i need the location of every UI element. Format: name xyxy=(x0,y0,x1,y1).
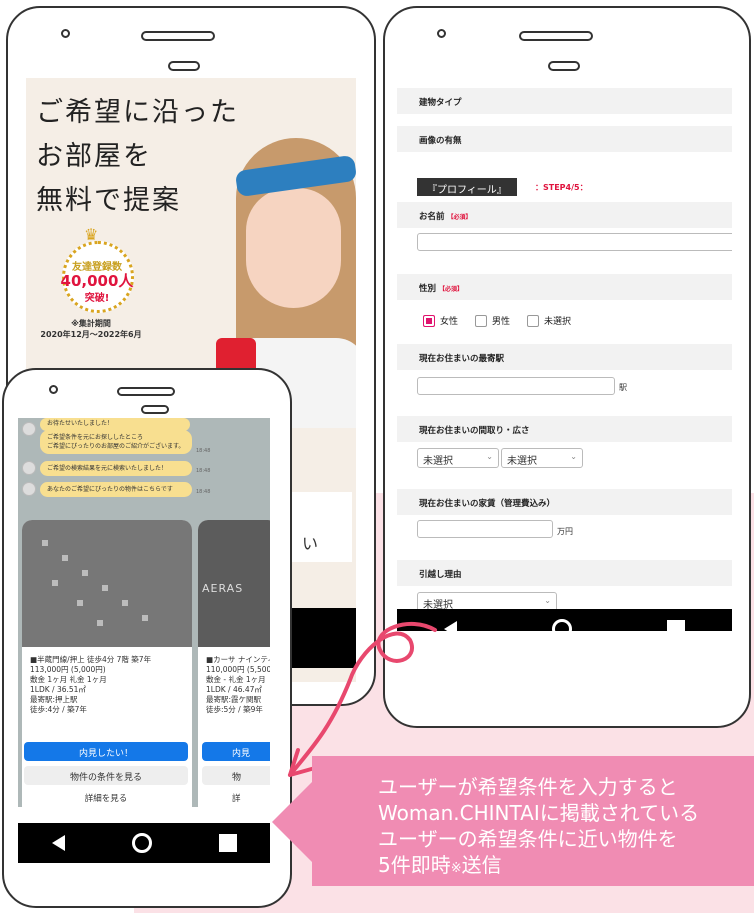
chat-bubble-3: ご希望の検索結果を元に検索いたしました！ xyxy=(40,461,192,476)
listing-details: ■半蔵門線/押上 徒歩4分 7階 築7年 113,000円 (5,000円) 敷金 … xyxy=(30,655,151,715)
station-input[interactable] xyxy=(417,377,615,395)
checkbox[interactable] xyxy=(475,314,487,327)
step-indicator: ：STEP4/5： xyxy=(535,182,588,193)
badge-suffix: 突破! xyxy=(84,293,110,304)
chat-text: お待たせいたしました！ xyxy=(47,420,114,427)
camera-icon xyxy=(61,29,70,38)
chevron-down-icon: ⌄ xyxy=(544,596,551,605)
chevron-down-icon: ⌄ xyxy=(486,452,493,461)
camera-icon xyxy=(437,29,446,38)
gender-option-female[interactable]: 女性 xyxy=(423,314,458,327)
callout-line: Woman.CHINTAIに掲載されている xyxy=(378,801,700,825)
reason-label: 引越し理由 xyxy=(397,560,732,586)
select-value: 未選択 xyxy=(507,456,537,467)
step-label: ：STEP4/5： xyxy=(535,183,588,192)
home-icon[interactable] xyxy=(551,619,572,631)
gender-option-label: 女性 xyxy=(440,317,459,327)
listing-line: ■半蔵門線/押上 徒歩4分 7階 築7年 xyxy=(30,655,152,664)
recent-apps-icon[interactable] xyxy=(666,620,685,631)
station-unit: 駅 xyxy=(619,383,627,392)
layout-label: 現在お住まいの間取り・広さ xyxy=(397,416,732,442)
earpiece-slot xyxy=(519,31,593,41)
chat-screen: お待たせいたしました！ ご希望条件を元にお探ししたところご希望にぴったりのお部屋… xyxy=(18,418,270,807)
hero-headline-line3: 無料で提案 xyxy=(36,185,181,216)
period-note: ※集計期間 xyxy=(71,319,111,328)
timestamp: 18:48 xyxy=(196,448,211,454)
listing-line: 1LDK / 36.51㎡ xyxy=(30,685,86,694)
gender-label-text: 性別 xyxy=(419,284,437,294)
timestamp: 18:48 xyxy=(196,489,211,495)
chat-text: ご希望条件を元にお探ししたところ xyxy=(47,434,144,441)
badge-count: 40,000人 xyxy=(60,272,134,290)
layout-select-1[interactable]: 未選択 ⌄ xyxy=(417,448,499,468)
name-label: お名前 【必須】 xyxy=(397,202,732,228)
gender-option-none[interactable]: 未選択 xyxy=(527,314,571,327)
layout-select-2[interactable]: 未選択 ⌄ xyxy=(501,448,583,468)
earpiece-slot xyxy=(141,31,215,41)
chat-bubble-4: あなたのご希望にぴったりの物件はこちらです xyxy=(40,482,192,497)
timestamp: 18:48 xyxy=(196,468,211,474)
listing-line: 113,000円 (5,000円) xyxy=(30,665,106,674)
callout-line-end: 送信 xyxy=(461,853,502,877)
listing-line: 最寄駅:押上駅 xyxy=(30,695,78,704)
period-range: 2020年12月〜2022年6月 xyxy=(40,330,142,339)
avatar xyxy=(22,422,36,436)
chevron-down-icon: ⌄ xyxy=(570,452,577,461)
listing-line: 敷金 1ヶ月 礼金 1ヶ月 xyxy=(30,675,107,684)
name-label-text: お名前 xyxy=(419,212,445,222)
gender-label: 性別 【必須】 xyxy=(397,274,732,300)
avatar xyxy=(22,482,36,496)
rent-unit: 万円 xyxy=(557,527,573,536)
callout-line-text: 5件即時 xyxy=(378,853,451,877)
sensor-slot xyxy=(141,405,169,414)
callout-line: 5件即時※送信 xyxy=(378,852,754,882)
avatar xyxy=(22,461,36,475)
gender-option-label: 男性 xyxy=(492,317,511,327)
form-screen: 建物タイプ 画像の有無 『プロフィール』 ：STEP4/5： お名前 【必須】 … xyxy=(397,78,732,631)
camera-icon xyxy=(49,385,58,394)
earpiece-slot xyxy=(117,387,175,396)
chat-text: あなたのご希望にぴったりの物件はこちらです xyxy=(47,486,173,493)
gender-option-male[interactable]: 男性 xyxy=(475,314,510,327)
building-photo xyxy=(22,520,192,647)
user-count-badge: ♛ 友達登録数 40,000人 突破! xyxy=(44,225,150,320)
back-icon[interactable] xyxy=(51,835,65,851)
recent-apps-icon[interactable] xyxy=(218,834,237,852)
rent-label: 現在お住まいの家賃（管理費込み） xyxy=(397,489,732,515)
chat-text: ご希望にぴったりのお部屋のご紹介がございます。 xyxy=(47,443,185,450)
name-input[interactable] xyxy=(417,233,732,251)
partial-text: い xyxy=(302,534,319,553)
photo-sign: AERAS xyxy=(202,582,244,595)
hero-headline-line2: お部屋を xyxy=(36,141,152,172)
rent-input[interactable] xyxy=(417,520,553,538)
visit-button[interactable]: 内見したい！ xyxy=(24,742,188,761)
listing-card-1[interactable]: ■半蔵門線/押上 徒歩4分 7階 築7年 113,000円 (5,000円) 敷金 … xyxy=(22,520,192,807)
chat-bubble-2: ご希望条件を元にお探ししたところご希望にぴったりのお部屋のご紹介がございます。 xyxy=(40,430,192,454)
callout-line: ユーザーの希望条件に近い物件を xyxy=(378,827,678,851)
gender-option-label: 未選択 xyxy=(544,317,572,327)
checkbox-checked[interactable] xyxy=(423,314,435,327)
section-building-type[interactable]: 建物タイプ xyxy=(397,88,732,114)
android-nav-bar-chat xyxy=(18,823,270,863)
hero-headline-line1: ご希望に沿った xyxy=(36,97,239,128)
callout-text: ユーザーが希望条件を入力すると Woman.CHINTAIに掲載されている ユー… xyxy=(378,774,754,882)
section-image[interactable]: 画像の有無 xyxy=(397,126,732,152)
chat-text: ご希望の検索結果を元に検索いたしました！ xyxy=(47,465,168,472)
detail-link[interactable]: 詳細を見る xyxy=(24,792,188,804)
sensor-slot xyxy=(168,61,200,71)
listing-line: 徒歩:4分 / 築7年 xyxy=(30,705,87,714)
sensor-slot xyxy=(548,61,580,71)
required-mark: 【必須】 xyxy=(447,214,472,221)
required-mark: 【必須】 xyxy=(438,286,463,293)
conditions-button[interactable]: 物件の条件を見る xyxy=(24,766,188,785)
home-icon[interactable] xyxy=(131,833,152,853)
step-title: 『プロフィール』 xyxy=(417,178,517,196)
callout-line: ユーザーが希望条件を入力すると xyxy=(378,775,678,799)
checkbox[interactable] xyxy=(527,314,539,327)
select-value: 未選択 xyxy=(423,456,453,467)
callout-note-mark: ※ xyxy=(450,861,462,876)
composite-screenshot: ご希望に沿った お部屋を 無料で提案 ♛ 友達登録数 40,000人 突破! ※… xyxy=(0,0,754,913)
station-label: 現在お住まいの最寄駅 xyxy=(397,344,732,370)
